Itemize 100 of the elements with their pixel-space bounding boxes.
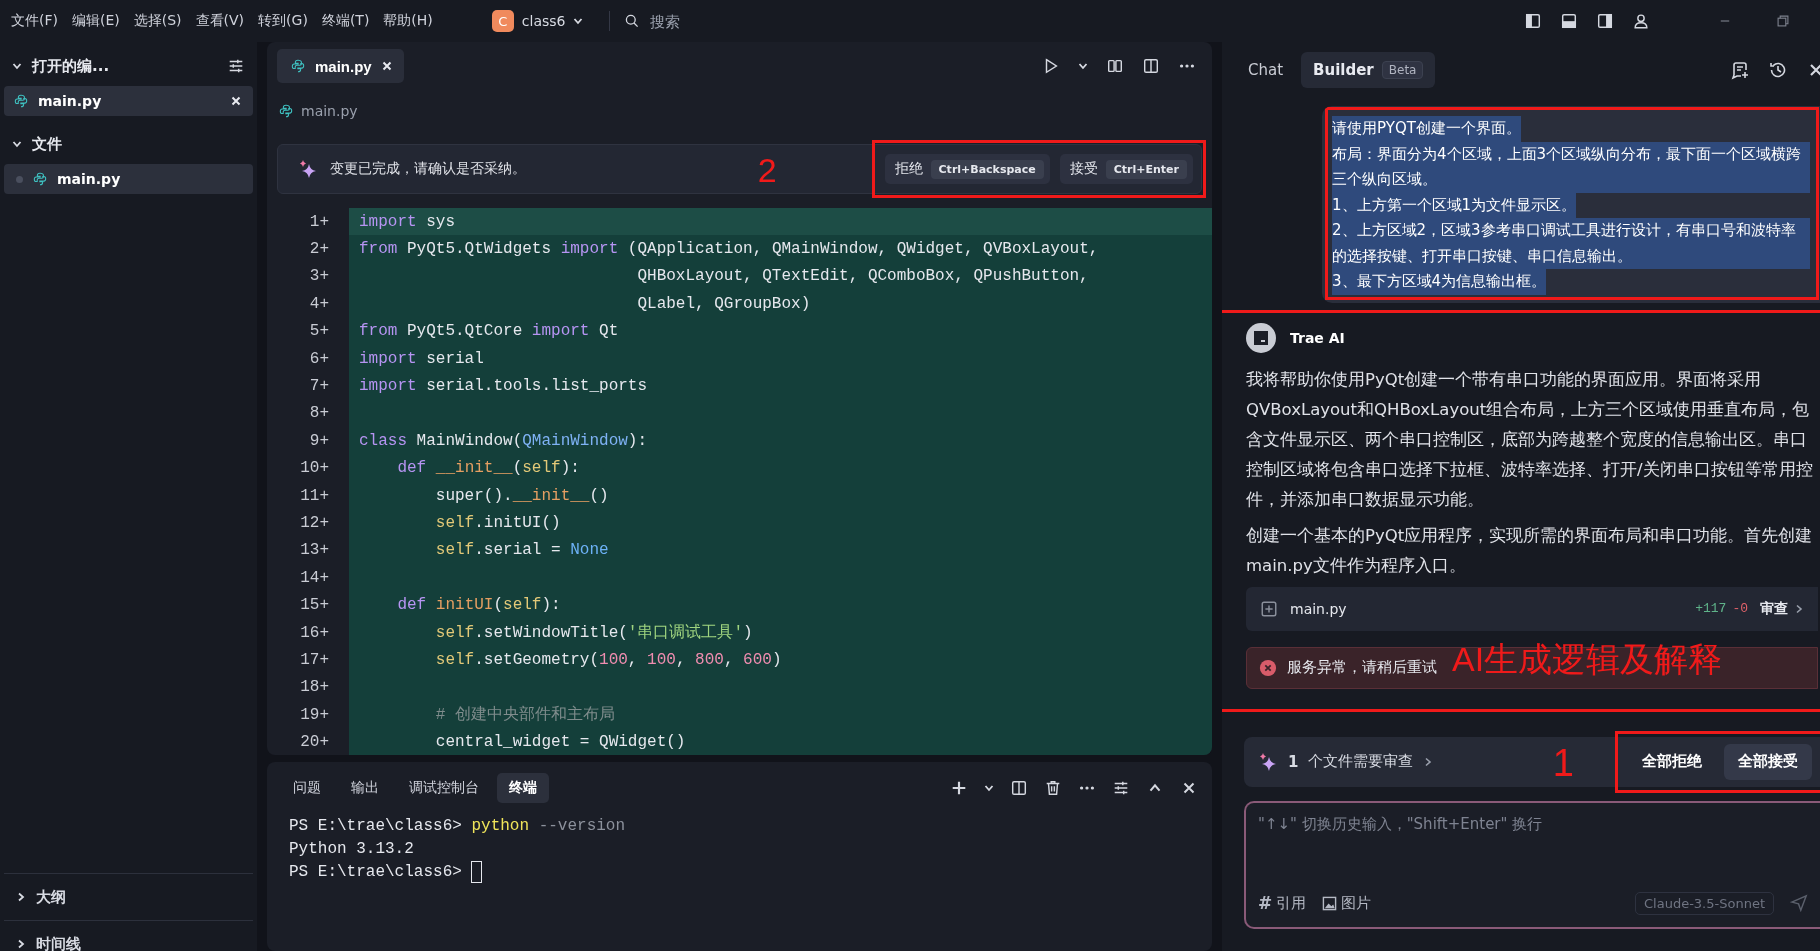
chevron-icon: [1078, 61, 1088, 71]
python-file-icon: [279, 104, 293, 118]
right-panel-icon[interactable]: [1596, 12, 1614, 30]
panel-tab[interactable]: 调试控制台: [397, 773, 491, 803]
annotation-label: 2: [757, 151, 777, 190]
model-selector[interactable]: Claude-3.5-Sonnet: [1635, 891, 1774, 915]
line-number: 8+: [308, 404, 330, 423]
search-input[interactable]: 搜索: [648, 11, 773, 31]
shortcut-key: Ctrl+Backspace: [930, 159, 1044, 179]
panel-tab[interactable]: 问题: [281, 773, 333, 803]
file-item[interactable]: main.py: [4, 164, 253, 194]
line-number: 3+: [308, 267, 330, 286]
chevron-icon: [984, 783, 994, 793]
close-icon[interactable]: [381, 61, 392, 71]
section-header[interactable]: 打开的编...: [32, 56, 217, 76]
action-button[interactable]: 拒绝 Ctrl+Backspace: [884, 154, 1050, 184]
terminal-line: PS E:\trae\class6>: [289, 862, 463, 881]
panel-tab[interactable]: 终端: [497, 773, 549, 803]
message-text: 1、上方第一个区域1为文件显示区。: [1332, 192, 1577, 218]
file-item[interactable]: main.py: [4, 86, 253, 116]
review-text[interactable]: 个文件需要审查: [1308, 752, 1414, 771]
line-number: 18+: [299, 678, 330, 697]
send-icon[interactable]: [1790, 894, 1808, 912]
review-button[interactable]: 全部接受: [1724, 743, 1812, 780]
line-number: 9+: [308, 431, 330, 450]
compare-icon[interactable]: [1106, 57, 1124, 75]
menu-item[interactable]: 编辑(E): [65, 12, 127, 30]
action-button[interactable]: 接受 Ctrl+Enter: [1059, 154, 1193, 184]
image-icon: [1322, 895, 1338, 911]
section-header[interactable]: 大纲: [36, 887, 66, 907]
line-number: 10+: [299, 459, 330, 478]
menu-item[interactable]: 文件(F): [4, 12, 65, 30]
image-button[interactable]: 图片: [1322, 893, 1372, 913]
line-number: 14+: [299, 568, 330, 587]
line-number: 19+: [299, 705, 330, 724]
split-icon[interactable]: [1010, 779, 1028, 797]
line-number: 7+: [308, 377, 330, 396]
reply-paragraph: 我将帮助你使用PyQt创建一个带有串口功能的界面应用。界面将采用QVBoxLayout和QHBoxLayout组合布局，上方三个区域使用垂直布局，包含文件显示区、两个串口控制区，底部为跨越整个宽度的信息输出区。串口控制区域将包含串口选择下拉框、波特率选择、打开/关闭串口按钮等常用控件，并添加串口数据显示功能。: [1246, 368, 1814, 511]
line-number: 5+: [308, 322, 330, 341]
line-number: 17+: [299, 650, 330, 669]
close-icon[interactable]: [231, 96, 241, 106]
split-editor-icon[interactable]: [1142, 57, 1160, 75]
shortcut-key: Ctrl+Enter: [1105, 159, 1187, 179]
file-count: 1: [1288, 752, 1299, 771]
menu-item[interactable]: 帮助(H): [376, 12, 440, 30]
line-number: 11+: [299, 486, 330, 505]
section-header[interactable]: 时间线: [36, 934, 81, 951]
line-number: 1+: [308, 212, 330, 231]
reference-button[interactable]: # 引用: [1258, 893, 1307, 913]
python-file-icon: [14, 94, 28, 108]
chat-input[interactable]: "↑↓" 切换历史输入，"Shift+Enter" 换行: [1258, 814, 1738, 833]
menu-item[interactable]: 查看(V): [188, 12, 252, 30]
breadcrumb[interactable]: main.py: [301, 103, 358, 119]
dot-icon: [16, 175, 23, 183]
review-button[interactable]: 全部拒绝: [1628, 743, 1716, 780]
reply-paragraph: 创建一个基本的PyQt应用程序，实现所需的界面布局和串口功能。首先创建main.py文件作为程序入口。: [1246, 524, 1814, 577]
bot-avatar-icon: [1246, 322, 1276, 353]
message-text: 2、上方区域2，区域3参考串口调试工具进行设计，有串口号和波特率的选择按键、打开串口按键、串口信息输出。: [1332, 218, 1810, 269]
left-panel-icon[interactable]: [1524, 12, 1542, 30]
chevron-right-icon: [1794, 603, 1804, 614]
plus-icon[interactable]: [950, 779, 968, 797]
settings-icon[interactable]: [1112, 779, 1130, 797]
panel-tab[interactable]: 输出: [339, 773, 391, 803]
terminal-line: PS E:\trae\class6> python --version: [289, 816, 626, 835]
trash-icon[interactable]: [1044, 779, 1062, 797]
beta-badge: Beta: [1381, 61, 1424, 79]
assistant-tab[interactable]: Chat: [1236, 52, 1296, 88]
new-chat-icon[interactable]: [1730, 60, 1750, 80]
history-icon[interactable]: [1768, 60, 1788, 80]
author-name: Trae AI: [1290, 329, 1345, 346]
restore-icon[interactable]: [1776, 14, 1790, 28]
message-text: 请使用PYQT创建一个界面。: [1332, 116, 1521, 142]
error-icon: [1259, 658, 1277, 677]
search-icon[interactable]: [624, 13, 641, 29]
section-header[interactable]: 文件: [32, 134, 245, 154]
added-count: +117: [1695, 601, 1727, 616]
menu-item[interactable]: 转到(G): [251, 12, 315, 30]
line-number: 2+: [308, 240, 330, 259]
message-text: 布局：界面分为4个区域，上面3个区域纵向分布，最下面一个区域横跨三个纵向区域。: [1332, 141, 1810, 193]
menu-item[interactable]: 终端(T): [314, 12, 377, 30]
annotation-label: 1: [1552, 741, 1574, 785]
removed-count: -0: [1732, 601, 1748, 616]
user-icon[interactable]: [1632, 12, 1650, 30]
line-number: 12+: [299, 514, 330, 532]
project-switcher[interactable]: C class6: [479, 10, 596, 32]
file-change-card[interactable]: main.py +117 -0 审查: [1246, 586, 1818, 631]
editor-tab[interactable]: main.py: [277, 49, 404, 83]
chevron-icon: [573, 16, 584, 26]
plus-square-icon[interactable]: [1260, 599, 1278, 618]
line-number: 4+: [308, 294, 330, 313]
search-field[interactable]: 搜索: [624, 11, 773, 31]
menu-item[interactable]: 选择(S): [126, 12, 189, 30]
assistant-tab[interactable]: Builder Beta: [1301, 52, 1436, 88]
line-number: 20+: [299, 733, 330, 752]
review-link[interactable]: 审查: [1760, 599, 1804, 618]
python-file-icon: [33, 172, 47, 186]
bottom-panel-icon[interactable]: [1560, 12, 1578, 30]
python-file-icon: [291, 59, 305, 73]
notice-text: 变更已完成，请确认是否采纳。: [330, 160, 526, 178]
settings-icon[interactable]: [227, 57, 245, 75]
